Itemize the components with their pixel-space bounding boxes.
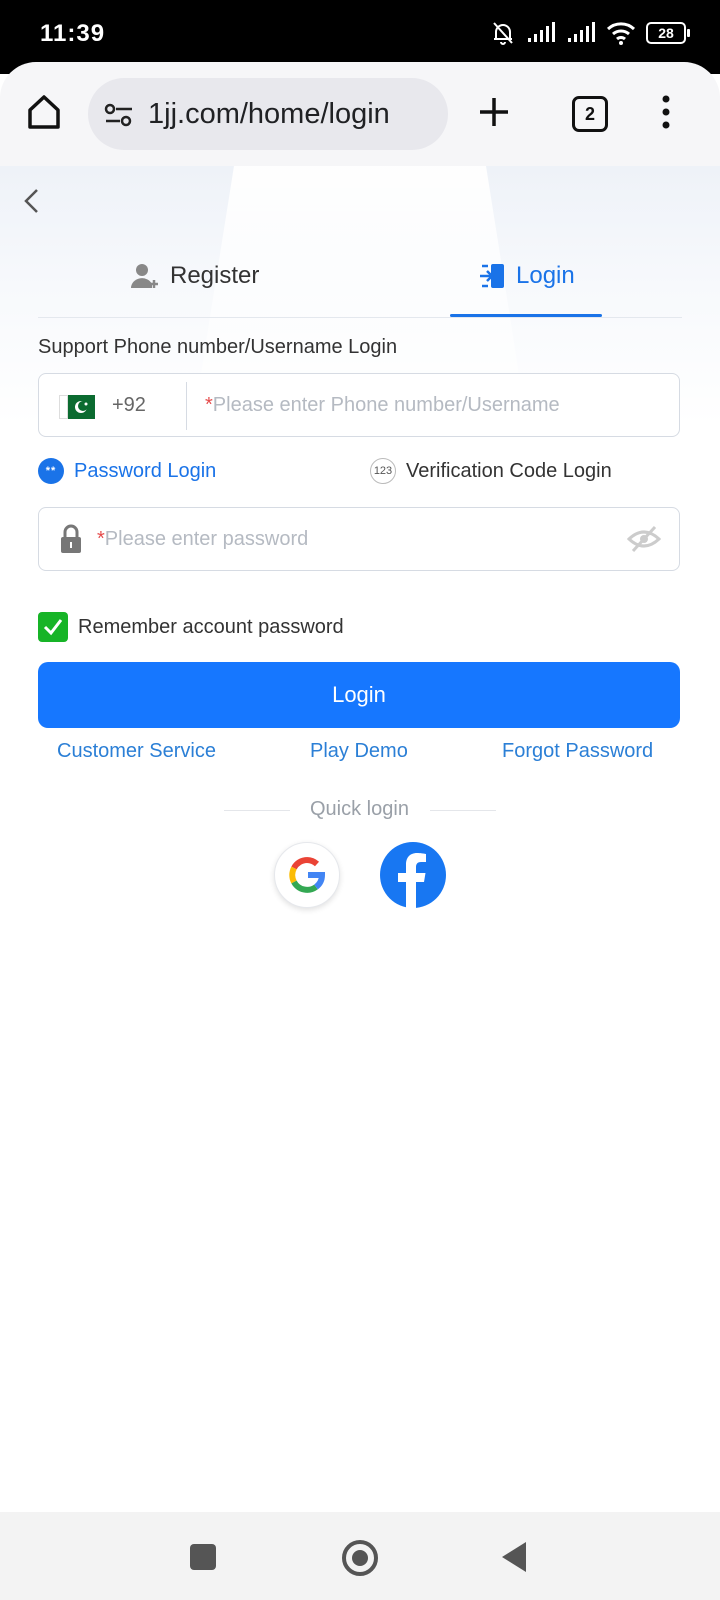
phone-placeholder-text: Please enter Phone number/Username [212,394,560,416]
tab-register[interactable]: Register [130,258,259,294]
url-text[interactable]: 1jj.com/home/login [148,98,390,131]
system-nav-bar [0,1512,720,1600]
recents-icon[interactable] [190,1544,216,1570]
password-mode-icon: ** [38,458,64,484]
phone-placeholder[interactable]: *Please enter Phone number/Username [205,394,560,417]
google-login-button[interactable] [274,842,340,908]
signal-icon-2 [568,22,595,42]
tab-switcher-button[interactable]: 2 [572,96,608,132]
pakistan-flag-icon[interactable] [59,395,95,419]
remember-label: Remember account password [78,615,344,638]
field-divider [186,382,187,430]
battery-icon: 28 [646,22,690,44]
password-login-option[interactable]: ** Password Login [38,458,216,484]
site-settings-icon[interactable] [104,102,134,128]
quick-login-divider-left [224,810,290,811]
checkmark-icon[interactable] [38,612,68,642]
remember-password-checkbox[interactable]: Remember account password [38,612,344,642]
status-icons: 28 [490,20,690,46]
back-chevron-icon[interactable] [18,186,48,216]
quick-login-divider-right [430,810,496,811]
tabs-divider [38,317,682,318]
password-placeholder[interactable]: *Please enter password [97,528,308,551]
home-icon[interactable] [24,92,64,132]
new-tab-icon[interactable] [476,94,512,130]
tab-login[interactable]: Login [478,258,575,294]
signal-icon-1 [528,22,555,42]
status-time: 11:39 [40,20,106,47]
country-code[interactable]: +92 [112,394,146,417]
wifi-icon [606,22,636,45]
customer-service-link[interactable]: Customer Service [57,740,216,763]
user-add-icon [131,264,158,288]
active-tab-indicator [450,314,602,317]
more-menu-icon[interactable] [660,94,672,130]
eye-hidden-icon[interactable] [627,524,661,554]
lock-icon [61,524,81,553]
code-mode-icon: 123 [370,458,396,484]
back-triangle-icon[interactable] [502,1542,526,1572]
password-login-label: Password Login [74,459,217,482]
phone-username-field[interactable]: +92 *Please enter Phone number/Username [38,373,680,437]
bell-muted-icon [493,22,513,45]
quick-login-label: Quick login [310,798,409,820]
google-icon [289,857,326,893]
browser-toolbar: 1jj.com/home/login 2 [0,62,720,168]
address-bar[interactable]: 1jj.com/home/login [88,78,448,150]
password-field[interactable]: *Please enter password [38,507,680,571]
verification-code-login-label: Verification Code Login [406,459,612,482]
support-label: Support Phone number/Username Login [38,336,398,358]
facebook-login-button[interactable] [380,842,446,908]
required-mark: * [205,394,213,416]
facebook-icon [398,853,426,908]
home-button-icon[interactable] [342,1540,378,1576]
password-placeholder-text: Please enter password [104,528,309,550]
play-demo-link[interactable]: Play Demo [310,740,408,763]
login-button[interactable]: Login [38,662,680,728]
required-mark: * [97,528,105,550]
verification-code-login-option[interactable]: 123 Verification Code Login [370,458,612,484]
login-door-icon [480,264,504,288]
forgot-password-link[interactable]: Forgot Password [502,740,653,763]
login-page: Register Login Support Phone number/User… [0,166,720,1512]
tab-register-label: Register [170,262,260,289]
tab-login-label: Login [516,262,575,289]
